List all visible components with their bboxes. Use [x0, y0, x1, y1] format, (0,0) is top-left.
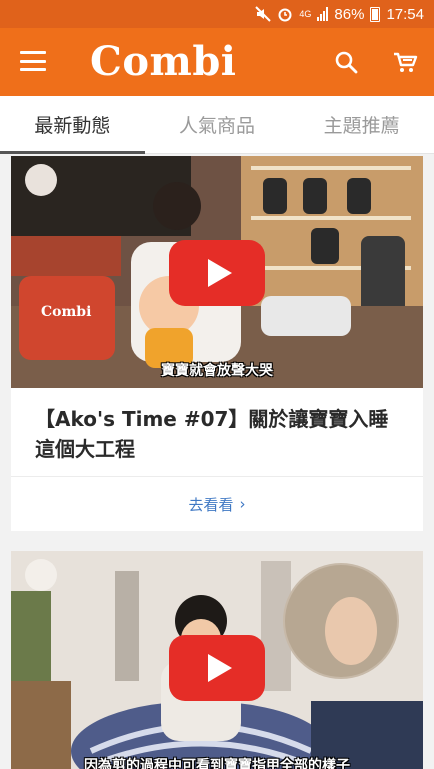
status-bar: 4G 86% 17:54 [0, 0, 434, 28]
video-thumbnail[interactable]: Combi 寶寶就會放聲大哭 [11, 156, 423, 388]
clock: 17:54 [386, 5, 424, 23]
battery-percent: 86% [334, 5, 365, 23]
mute-icon [255, 6, 272, 22]
tab-latest[interactable]: 最新動態 [0, 96, 145, 154]
see-more-label: 去看看 [188, 495, 234, 514]
signal-icon [317, 7, 329, 21]
video-card: 因為剪的過程中可看到寶寶指甲全部的樣子 [11, 551, 423, 769]
tab-themes[interactable]: 主題推薦 [289, 96, 434, 153]
cart-icon[interactable] [392, 50, 418, 74]
tab-bar: 最新動態 人氣商品 主題推薦 [0, 96, 434, 154]
feed-list: Combi 寶寶就會放聲大哭 【Ako's Time #07】關於讓寶寶入睡這個… [0, 154, 434, 769]
menu-icon[interactable] [20, 51, 46, 71]
play-button[interactable] [169, 635, 265, 701]
brand-logo[interactable]: Combi [90, 38, 237, 85]
chevron-right-icon: › [239, 495, 246, 513]
alarm-icon [277, 6, 293, 22]
network-type-label: 4G [299, 9, 312, 19]
card-title[interactable]: 【Ako's Time #07】關於讓寶寶入睡這個大工程 [11, 388, 423, 477]
play-button[interactable] [169, 240, 265, 306]
video-card: Combi 寶寶就會放聲大哭 【Ako's Time #07】關於讓寶寶入睡這個… [11, 156, 423, 531]
video-caption: 寶寶就會放聲大哭 [161, 363, 273, 379]
svg-text:Combi: Combi [41, 304, 91, 320]
battery-icon [370, 6, 381, 22]
tab-popular[interactable]: 人氣商品 [145, 96, 290, 153]
see-more-link[interactable]: 去看看 › [11, 477, 423, 531]
video-thumbnail[interactable]: 因為剪的過程中可看到寶寶指甲全部的樣子 [11, 551, 423, 769]
video-caption: 因為剪的過程中可看到寶寶指甲全部的樣子 [84, 758, 350, 769]
app-bar: Combi [0, 28, 434, 96]
search-icon[interactable] [334, 50, 358, 74]
